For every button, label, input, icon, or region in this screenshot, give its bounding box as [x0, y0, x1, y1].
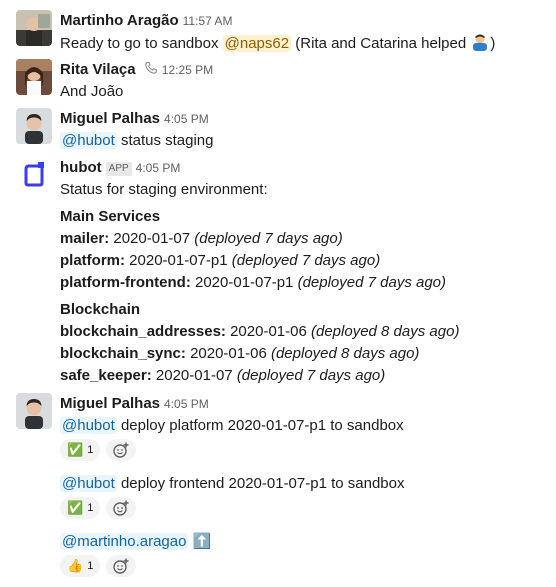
deploy-note: (deployed 7 days ago): [297, 274, 447, 291]
status-row: blockchain_sync: 2020-01-06 (deployed 8 …: [60, 343, 548, 365]
check-mark-icon: ✅: [67, 500, 84, 515]
section-title: Blockchain: [60, 301, 141, 318]
service-name: blockchain_addresses:: [60, 323, 226, 340]
service-version: 2020-01-06: [230, 323, 307, 340]
user-mention[interactable]: @martinho.aragao: [60, 533, 189, 550]
author-name[interactable]: Martinho Aragão: [60, 12, 179, 29]
user-mention[interactable]: @hubot: [60, 417, 117, 434]
reaction-pill[interactable]: 👍 1: [60, 555, 101, 577]
reaction-count: 1: [87, 560, 94, 572]
reactions-bar: ✅ 1: [60, 439, 548, 463]
service-version: 2020-01-07: [113, 230, 191, 247]
author-name[interactable]: Miguel Palhas: [60, 395, 160, 412]
message-text: Status for staging environment:: [60, 181, 268, 198]
service-version: 2020-01-07-p1: [194, 274, 294, 291]
thumbs-up-icon: 👍: [67, 558, 84, 573]
message-body: deploy frontend 2020-01-07-p1 to sandbox: [120, 475, 405, 492]
hubot-logo[interactable]: [16, 157, 52, 193]
deploy-note: (deployed 7 days ago): [236, 367, 386, 384]
deploy-note: (deployed 7 days ago): [231, 252, 381, 269]
avatar-rita[interactable]: [16, 59, 52, 95]
message-body: deploy platform 2020-01-07-p1 to sandbox: [120, 417, 404, 434]
phone-icon[interactable]: [144, 60, 158, 74]
user-mention[interactable]: @hubot: [60, 132, 117, 149]
timestamp[interactable]: 4:05 PM: [164, 397, 209, 411]
timestamp[interactable]: 4:05 PM: [164, 112, 209, 126]
timestamp[interactable]: 12:25 PM: [162, 63, 213, 77]
reaction-pill[interactable]: ✅ 1: [60, 497, 101, 519]
up-arrow-emoji-icon: ⬆️: [192, 533, 212, 550]
service-version: 2020-01-06: [190, 345, 267, 362]
author-name[interactable]: Miguel Palhas: [60, 110, 160, 127]
reaction-count: 1: [87, 502, 94, 514]
service-version: 2020-01-07: [155, 367, 233, 384]
user-mention[interactable]: @hubot: [60, 475, 117, 492]
status-row: platform-frontend: 2020-01-07-p1 (deploy…: [60, 272, 548, 294]
deploy-note: (deployed 8 days ago): [311, 323, 460, 340]
reactions-bar: 👍 1: [60, 555, 548, 579]
message-text: @hubot status staging: [60, 130, 548, 152]
service-name: mailer:: [60, 230, 110, 247]
message-text: Ready to go to sandbox @naps62 (Rita and…: [60, 32, 548, 54]
author-name[interactable]: hubot: [60, 159, 102, 176]
avatar-martinho[interactable]: [16, 10, 52, 46]
service-name: platform:: [60, 252, 125, 269]
message-text: @hubot deploy platform 2020-01-07-p1 to …: [60, 415, 548, 437]
status-row: safe_keeper: 2020-01-07 (deployed 7 days…: [60, 365, 548, 387]
add-reaction-icon[interactable]: [106, 439, 137, 461]
status-row: platform: 2020-01-07-p1 (deployed 7 days…: [60, 250, 548, 272]
add-reaction-icon[interactable]: [106, 555, 137, 577]
message-text: @hubot deploy frontend 2020-01-07-p1 to …: [60, 473, 548, 495]
person-emoji-icon: [470, 32, 490, 52]
timestamp[interactable]: 4:05 PM: [136, 161, 181, 175]
user-mention[interactable]: @naps62: [222, 35, 292, 52]
status-row: mailer: 2020-01-07 (deployed 7 days ago): [60, 228, 548, 250]
service-name: platform-frontend:: [60, 274, 191, 291]
service-name: safe_keeper:: [60, 367, 152, 384]
message-text: And João: [60, 83, 124, 100]
avatar-miguel[interactable]: [16, 393, 52, 429]
reaction-count: 1: [87, 444, 94, 456]
check-mark-icon: ✅: [67, 442, 84, 457]
author-name[interactable]: Rita Vilaça: [60, 61, 136, 78]
add-reaction-icon[interactable]: [106, 497, 137, 519]
avatar-miguel[interactable]: [16, 108, 52, 144]
deploy-note: (deployed 7 days ago): [194, 230, 343, 247]
message: Martinho Aragão 11:57 AM Ready to go to s…: [0, 10, 556, 54]
app-badge: APP: [105, 162, 132, 176]
message: Miguel Palhas 4:05 PM @hubot deploy platf…: [0, 393, 556, 587]
deploy-note: (deployed 8 days ago): [270, 345, 420, 362]
service-version: 2020-01-07-p1: [129, 252, 228, 269]
message-text: @martinho.aragao ⬆️: [60, 531, 548, 553]
message-close: ): [490, 35, 496, 52]
message: Miguel Palhas 4:05 PM @hubot status stagi…: [0, 108, 556, 152]
section-title: Main Services: [60, 208, 161, 225]
message-suffix: (Rita and Catarina helped: [295, 35, 467, 52]
status-row: blockchain_addresses: 2020-01-06 (deploy…: [60, 321, 548, 343]
message: Rita Vilaça 12:25 PM And João: [0, 59, 556, 103]
message: hubot APP 4:05 PM Status for staging envir…: [0, 157, 556, 387]
reaction-pill[interactable]: ✅ 1: [60, 439, 101, 461]
message-prefix: Ready to go to sandbox: [60, 35, 219, 52]
message-body: status staging: [120, 132, 214, 149]
timestamp[interactable]: 11:57 AM: [183, 14, 233, 28]
service-name: blockchain_sync:: [60, 345, 186, 362]
reactions-bar: ✅ 1: [60, 497, 548, 521]
